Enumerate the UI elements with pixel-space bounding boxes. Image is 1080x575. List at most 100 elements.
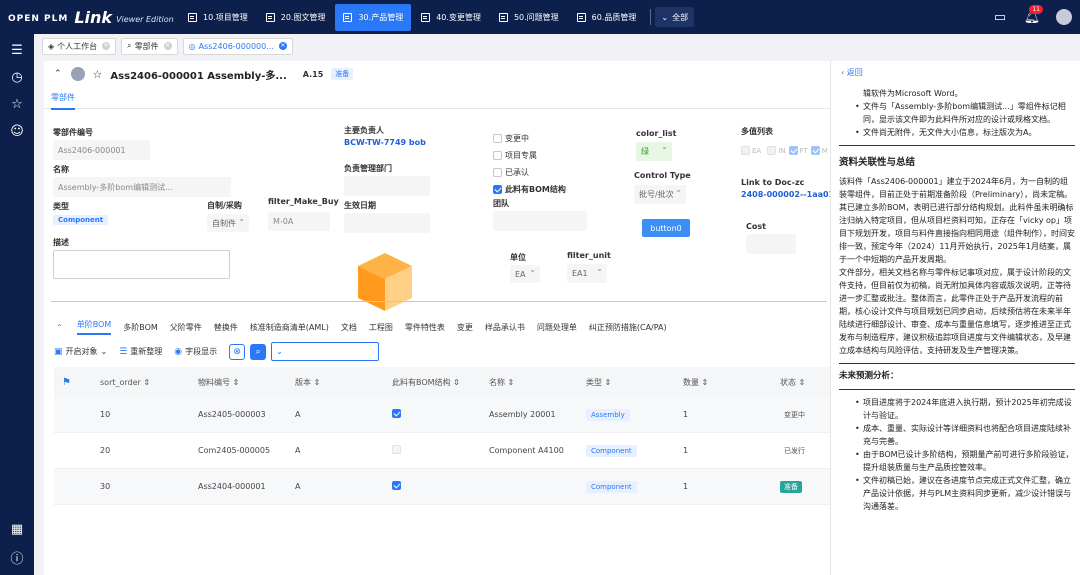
dept-label: 负责管理部门 [344,164,392,173]
has-bom-checkbox[interactable]: 此料有BOM结构 [493,184,566,195]
header-part-no[interactable]: 物料编号 ⇕ [198,377,295,388]
checkbox[interactable] [767,146,777,155]
collapse-icon[interactable]: ⌃ [54,69,62,79]
back-link[interactable]: ‹ 返回 [841,67,863,78]
search-icon[interactable]: ⌕ [250,343,267,360]
owner-link[interactable]: BCW-TW-7749 bob [344,138,426,147]
header-has-bom[interactable]: 此料有BOM结构 ⇕ [392,377,489,388]
color-list-select[interactable]: 绿 [636,142,672,161]
checkbox[interactable] [788,146,798,155]
changing-checkbox[interactable]: 变更中 [493,133,529,144]
nav-tab-product[interactable]: 30.产品管理 [335,3,412,31]
header-name[interactable]: 名称 ⇕ [489,377,586,388]
header-revision[interactable]: 版本 ⇕ [295,377,392,388]
open-tab-parts[interactable]: ⌕ 零部件 ✕ [121,37,178,55]
flag-icon[interactable]: ⚑ [54,377,100,388]
menu-icon[interactable]: ☰ [0,37,34,64]
nav-tab-issue[interactable]: 50.问题管理 [491,4,567,31]
nav-tab-document[interactable]: 20.图文管理 [258,4,334,31]
project-only-checkbox[interactable]: 项目专属 [493,150,537,161]
chevron-up-icon[interactable]: ⌃ [56,323,63,332]
header-status[interactable]: 状态 ⇕ [780,377,834,388]
table-row[interactable]: 20 Com2405-000005 A Component A4100 Comp… [54,433,834,469]
tab-drawings[interactable]: 工程图 [369,322,393,333]
unit-select[interactable]: EA [510,265,540,283]
section-heading: 资料关联性与总结 [839,157,916,168]
approved-checkbox[interactable]: 已承认 [493,167,529,178]
multi-value-list: EA IN FT M [741,146,828,155]
make-buy-label: 自制/采购 [207,201,242,210]
clear-filter-icon[interactable]: ⊗ [229,343,246,360]
close-icon[interactable]: ✕ [278,42,287,50]
apps-grid-icon[interactable]: ▦ [0,516,34,543]
filter-input[interactable]: ⌄ [271,342,380,361]
list-item: 成本、重量、实际设计等详细资料也将配合项目进度陆续补充与完善。 [839,422,1075,448]
table-row[interactable]: 30 Ass2404-000001 A Component 1 准备 [54,469,834,505]
tab-multi-bom[interactable]: 多阶BOM [123,322,158,333]
header-type[interactable]: 类型 ⇕ [586,377,683,388]
reorganize-button[interactable]: ☰ 重新整理 [119,346,162,357]
app-logo[interactable]: OPEN PLM Link Viewer Edition [0,8,180,27]
section-divider [51,301,827,302]
tab-sample-approval[interactable]: 样品承认书 [485,322,525,333]
tab-part[interactable]: 零部件 [51,92,75,110]
link-doc-label: Link to Doc-zc [741,178,805,187]
nav-tab-quality[interactable]: 60.品质管理 [569,4,645,31]
close-icon[interactable]: ✕ [102,42,111,50]
filter-make-buy-field[interactable]: M-0A [268,212,330,231]
tab-documents[interactable]: 文档 [341,322,357,333]
bell-icon[interactable]: 🔔︎ 11 [1016,0,1048,34]
tab-capa[interactable]: 纠正预防措施(CA/PA) [589,322,667,333]
fields-icon: ◉ [174,346,183,357]
tab-substitutes[interactable]: 替换件 [214,322,238,333]
checkbox[interactable] [810,146,820,155]
all-modules-button[interactable]: ⌄ 全部 [655,7,695,27]
info-icon[interactable]: ⓘ [0,544,34,571]
nav-tab-change[interactable]: 40.变更管理 [413,4,489,31]
close-icon[interactable]: ✕ [163,42,172,50]
field-display-button[interactable]: ◉ 字段显示 [174,346,217,357]
open-tab-workspace[interactable]: ◈ 个人工作台 ✕ [42,37,117,55]
description-textarea[interactable] [53,250,230,279]
has-bom-check [392,481,489,492]
header-quantity[interactable]: 数量 ⇕ [683,377,780,388]
make-buy-select[interactable]: 自制件 [207,214,249,232]
team-field[interactable] [493,211,587,231]
top-bar: OPEN PLM Link Viewer Edition 10.项目管理 20.… [0,0,1080,34]
control-type-select[interactable]: 批号/批次 [634,185,686,204]
effective-date-field[interactable] [344,213,430,233]
summary-paragraph: 该料件「Ass2406-000001」建立于2024年6月，为一自制的组装零组件… [839,177,1075,264]
name-field[interactable]: Assembly-多阶bom编辑测试... [53,177,231,197]
tab-part-attributes[interactable]: 零件特性表 [405,322,445,333]
star-icon[interactable]: ☆ [0,91,34,118]
part-no-field[interactable]: Ass2406-000001 [53,140,150,160]
open-object-button[interactable]: ▣ 开启对象 ⌄ [54,346,107,357]
button0[interactable]: button0 [642,219,690,237]
checkbox[interactable] [741,146,750,155]
user-avatar[interactable] [1048,0,1080,34]
tab-parent-parts[interactable]: 父阶零件 [170,322,202,333]
monitor-icon[interactable]: ▭ [984,0,1016,34]
favorite-star-icon[interactable]: ☆ [93,68,103,81]
open-tabs-strip: ◈ 个人工作台 ✕ ⌕ 零部件 ✕ ◎ Ass2406-000000... ✕ [34,34,1080,58]
dept-field[interactable] [344,176,430,196]
table-row[interactable]: 10 Ass2405-000003 A Assembly 20001 Assem… [54,397,834,433]
nav-tab-project[interactable]: 10.项目管理 [180,4,256,31]
tab-aml[interactable]: 核准制造商清单(AML) [250,322,329,333]
clock-icon[interactable]: ◷ [0,64,34,91]
link-doc-value[interactable]: 2408-000002--1aa01 tes [741,190,831,199]
open-tab-current-part[interactable]: ◎ Ass2406-000000... ✕ [182,37,293,55]
header-sort-order[interactable]: sort_order ⇕ [100,378,198,387]
cost-field[interactable] [746,234,796,254]
search-icon: ⌕ [127,41,132,50]
part-title: Ass2406-000001 Assembly-多... [110,70,287,82]
logo-top-text: OPEN PLM [8,13,69,24]
tab-issues[interactable]: 问题处理单 [537,322,577,333]
tab-single-bom[interactable]: 单阶BOM [76,319,112,335]
robot-icon[interactable]: ☺ [0,118,34,145]
effective-date-label: 生效日期 [344,201,376,210]
filter-unit-select[interactable]: EA1 [567,264,607,283]
tab-changes[interactable]: 变更 [457,322,473,333]
3d-model-icon[interactable] [354,251,416,313]
filter-unit-label: filter_unit [567,251,611,260]
